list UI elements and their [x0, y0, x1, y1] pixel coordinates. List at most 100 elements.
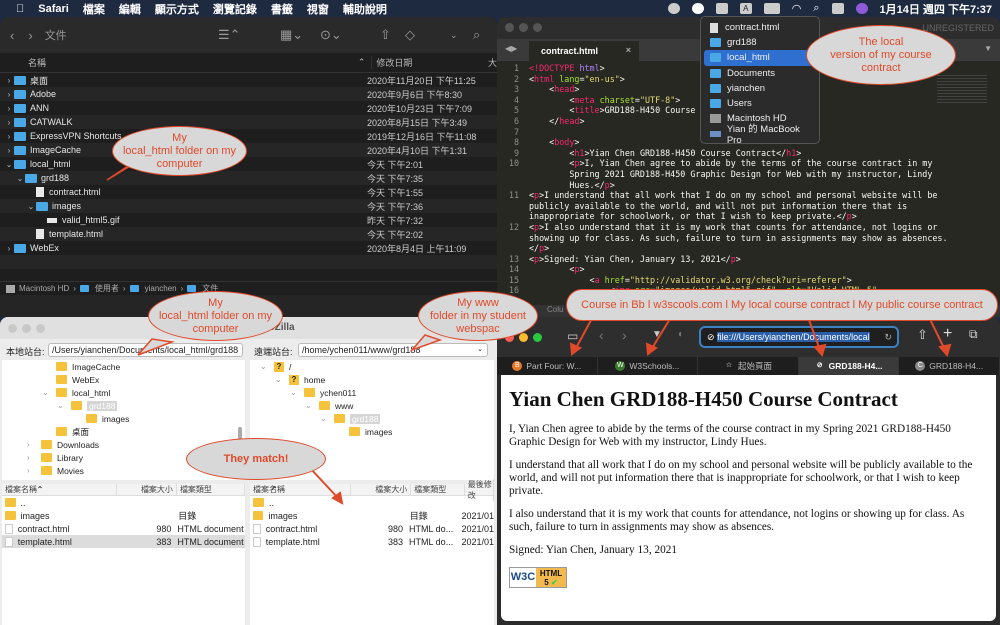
menu-item[interactable]: 編輯	[119, 1, 141, 17]
tree-item[interactable]: ⌄ ychen011	[250, 386, 494, 399]
tree-item[interactable]: ⌄ grd188	[250, 412, 494, 425]
apple-icon[interactable]: 	[16, 3, 24, 15]
reload-icon[interactable]: ↻	[884, 332, 892, 343]
sort-ascending-icon[interactable]: ⌃	[271, 485, 278, 494]
menu-item[interactable]: 輔助說明	[343, 1, 387, 17]
chevron-down-icon[interactable]: ⌄	[57, 401, 71, 410]
column-header[interactable]: 檔案類型	[177, 484, 245, 495]
siri-icon[interactable]	[855, 3, 868, 14]
col-name[interactable]: 名稱	[0, 56, 358, 69]
chevron-down-icon[interactable]: ⌄	[260, 362, 274, 371]
chevron-down-icon[interactable]: ⌄	[42, 388, 56, 397]
tree-item[interactable]: ImageCache	[2, 360, 245, 373]
finder-row[interactable]: › Adobe 2020年9月6日 下午8:30	[0, 87, 497, 101]
chevron-down-icon[interactable]: ⌄	[450, 30, 458, 41]
menu-item[interactable]: 書籤	[271, 1, 293, 17]
safari-tab[interactable]: C GRD188-H4...	[899, 357, 1000, 375]
tab-nav-icon[interactable]: ◀▶	[505, 44, 517, 53]
path-item[interactable]: yianchen	[145, 284, 177, 293]
chevron-down-icon[interactable]: ⌄	[26, 202, 36, 211]
path-item[interactable]: Macintosh HD	[19, 284, 69, 293]
more-icon[interactable]: ⊙⌄	[320, 27, 342, 43]
safari-tab[interactable]: ⊘ GRD188-H4...	[798, 357, 900, 375]
finder-row[interactable]: › ANN 2020年10月23日 下午7:09	[0, 101, 497, 115]
chevron-right-icon[interactable]: ›	[4, 132, 14, 141]
safari-tab[interactable]: W W3Schools...	[598, 357, 699, 375]
file-row[interactable]: images 目錄 2021/01	[250, 509, 494, 522]
battery-icon[interactable]	[763, 3, 780, 14]
sort-icon[interactable]: ⌃	[358, 57, 366, 68]
back-icon[interactable]: ‹	[10, 28, 14, 43]
tree-item[interactable]: ⌄ grd188	[2, 399, 245, 412]
remote-site-path[interactable]: /home/ychen011/www/grd188 ⌄	[298, 343, 488, 357]
menu-item[interactable]: 檔案	[83, 1, 105, 17]
finder-row[interactable]: ⌄ local_html 今天 下午2:01	[0, 157, 497, 171]
finder-row[interactable]: valid_html5.gif 昨天 下午7:32	[0, 213, 497, 227]
local-file-list[interactable]: 檔案名稱 ⌃ 檔案大小 檔案類型 .. images 目錄 contract.html 980…	[2, 484, 245, 625]
chevron-right-icon[interactable]: ›	[27, 440, 41, 449]
chevron-right-icon[interactable]: ›	[27, 453, 41, 462]
tree-item[interactable]: WebEx	[2, 373, 245, 386]
col-date[interactable]: 修改日期	[371, 56, 488, 69]
file-row[interactable]: template.html 383 HTML document	[2, 535, 245, 548]
safari-tab[interactable]: ☆ 起始頁面	[698, 357, 799, 375]
control-center-icon[interactable]	[831, 3, 844, 14]
forward-icon[interactable]: ›	[28, 28, 32, 43]
clock[interactable]: 1月14日 週四 下午7:37	[880, 1, 992, 17]
file-row[interactable]: ..	[2, 496, 245, 509]
column-header[interactable]: 檔案名稱	[250, 484, 352, 495]
minimize-button[interactable]	[22, 324, 31, 333]
popup-item[interactable]: Documents	[704, 66, 816, 81]
tab-overview-icon[interactable]: ⧉	[969, 327, 978, 342]
finder-row[interactable]: › ExpressVPN Shortcuts 2019年12月16日 下午11:08	[0, 129, 497, 143]
zoom-button[interactable]	[533, 23, 542, 32]
sidebar-icon[interactable]: ▭	[567, 329, 578, 343]
tab-dropdown-icon[interactable]: ▼	[984, 44, 992, 53]
popup-item[interactable]: contract.html	[704, 20, 816, 35]
file-row[interactable]: contract.html 980 HTML do... 2021/01	[250, 522, 494, 535]
popup-item[interactable]: grd188	[704, 35, 816, 50]
search-icon[interactable]: ⌕	[813, 2, 819, 15]
column-header[interactable]: 最後修改	[465, 478, 494, 501]
circle-app-icon[interactable]	[691, 3, 704, 14]
chevron-down-icon[interactable]: ⌄	[275, 375, 289, 384]
finder-row[interactable]: › 桌面 2020年11月20日 下午11:25	[0, 73, 497, 87]
popup-item[interactable]: local_html	[704, 50, 816, 66]
group-icon[interactable]: ▦⌄	[280, 27, 303, 43]
chevron-down-icon[interactable]: ⌄	[4, 160, 14, 169]
close-tab-icon[interactable]: ×	[626, 45, 631, 55]
chevron-down-icon[interactable]: ⌄	[320, 414, 334, 423]
sort-ascending-icon[interactable]: ⌃	[37, 485, 44, 494]
column-header[interactable]: 檔案類型	[411, 484, 465, 495]
popup-item[interactable]: Yian 的 MacBook Pro	[704, 124, 816, 146]
chevron-right-icon[interactable]: ›	[4, 118, 14, 127]
file-row[interactable]: template.html 383 HTML do... 2021/01	[250, 535, 494, 548]
share-icon[interactable]: ⇧	[917, 327, 928, 343]
finder-row[interactable]: template.html 今天 下午2:02	[0, 227, 497, 241]
finder-row[interactable]: › WebEx 2020年8月4日 上午11:09	[0, 241, 497, 255]
chevron-right-icon[interactable]: ›	[27, 466, 41, 475]
chevron-down-icon[interactable]: ⌄	[305, 401, 319, 410]
path-item[interactable]: 使用者	[95, 283, 119, 294]
chevron-down-icon[interactable]: ⌄	[15, 174, 25, 183]
finder-row[interactable]: ⌄ grd188 今天 下午7:35	[0, 171, 497, 185]
tree-item[interactable]: images	[2, 412, 245, 425]
new-tab-icon[interactable]: +	[943, 325, 952, 343]
menu-item[interactable]: 顯示方式	[155, 1, 199, 17]
safari-tab[interactable]: B Part Four: W...	[497, 357, 598, 375]
finder-row[interactable]: contract.html 今天 下午1:55	[0, 185, 497, 199]
zoom-button[interactable]	[36, 324, 45, 333]
finder-row[interactable]: › ImageCache 2020年4月10日 下午1:31	[0, 143, 497, 157]
close-button[interactable]	[505, 23, 514, 32]
file-row[interactable]: ..	[250, 496, 494, 509]
popup-item[interactable]: Users	[704, 96, 816, 111]
share-icon[interactable]: ⇧	[380, 27, 391, 43]
tab-contract-html[interactable]: contract.html ×	[529, 41, 639, 61]
menu-app-name[interactable]: Safari	[38, 3, 69, 15]
chevron-right-icon[interactable]: ›	[4, 76, 14, 85]
search-icon[interactable]: ⌕	[473, 27, 480, 43]
back-icon[interactable]: ‹	[599, 327, 604, 343]
tree-item[interactable]: ⌄? /	[250, 360, 494, 373]
file-row[interactable]: contract.html 980 HTML document	[2, 522, 245, 535]
column-header[interactable]: 檔案大小	[123, 484, 177, 495]
